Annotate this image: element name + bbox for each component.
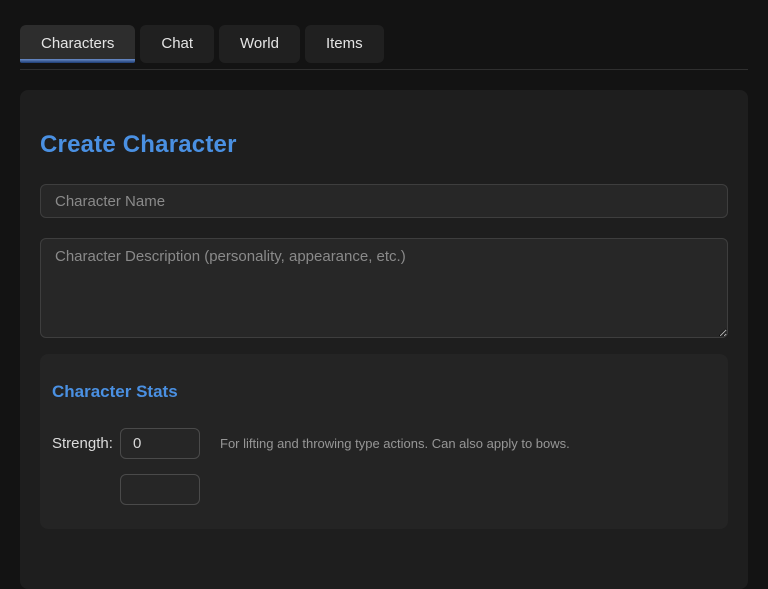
strength-input[interactable] (120, 428, 200, 459)
stat-row-strength: Strength: For lifting and throwing type … (52, 428, 716, 459)
partial-stat-input[interactable] (120, 474, 200, 505)
tab-characters-label: Characters (41, 35, 115, 52)
tab-chat[interactable]: Chat (140, 25, 215, 63)
tab-items[interactable]: Items (304, 25, 384, 63)
tab-world[interactable]: World (219, 25, 300, 63)
create-character-card: Create Character Character Stats Strengt… (20, 90, 748, 589)
stat-row-partial (52, 474, 716, 505)
character-stats-panel: Character Stats Strength: For lifting an… (40, 354, 728, 529)
tab-items-label: Items (325, 35, 363, 52)
tab-chat-label: Chat (161, 35, 194, 52)
page-title: Create Character (40, 131, 237, 158)
active-tab-underline (20, 59, 136, 63)
tab-world-label: World (240, 35, 279, 52)
tab-characters[interactable]: Characters (20, 25, 136, 63)
strength-hint: For lifting and throwing type actions. C… (220, 436, 570, 451)
character-description-input[interactable] (40, 238, 728, 338)
strength-label: Strength: (52, 435, 113, 452)
character-stats-title: Character Stats (52, 382, 178, 401)
tab-bar: Characters Chat World Items (20, 25, 748, 63)
character-name-input[interactable] (40, 184, 728, 218)
tab-divider (20, 69, 748, 70)
